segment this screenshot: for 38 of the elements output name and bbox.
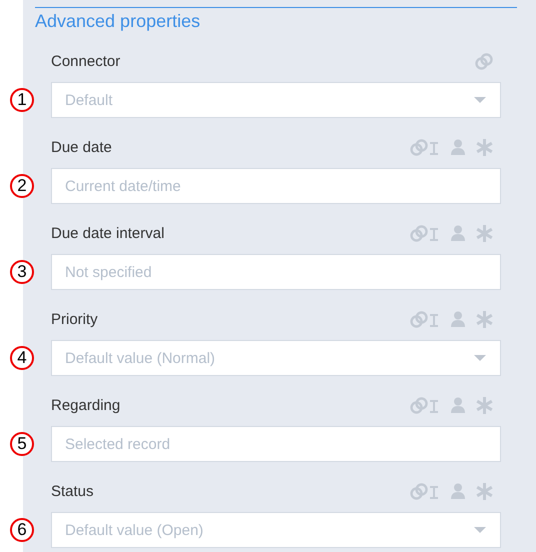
link-cursor-icon[interactable]: [410, 396, 440, 414]
number-badge: 4: [10, 346, 34, 370]
field-label: Status: [51, 482, 94, 500]
number-badge: 3: [10, 260, 34, 284]
link-cursor-icon[interactable]: [410, 482, 440, 500]
number-badge: 6: [10, 518, 34, 542]
input-field[interactable]: Not specified: [51, 254, 501, 290]
asterisk-icon[interactable]: [476, 224, 493, 242]
field-label: Connector: [51, 52, 120, 70]
dropdown-field[interactable]: Default: [51, 82, 501, 118]
dropdown-field[interactable]: Default value (Open): [51, 512, 501, 548]
link-cursor-icon[interactable]: [410, 310, 440, 328]
number-badge: 5: [10, 432, 34, 456]
asterisk-icon[interactable]: [476, 138, 493, 156]
number-badge: 2: [10, 174, 34, 198]
caret-icon[interactable]: [474, 355, 486, 361]
field-label: Priority: [51, 310, 98, 328]
link-icon[interactable]: [475, 52, 493, 70]
input-field[interactable]: Current date/time: [51, 168, 501, 204]
asterisk-icon[interactable]: [476, 482, 493, 500]
person-icon[interactable]: [450, 225, 466, 241]
field-label: Regarding: [51, 396, 120, 414]
number-badge: 1: [10, 88, 34, 112]
person-icon[interactable]: [450, 311, 466, 327]
link-cursor-icon[interactable]: [410, 224, 440, 242]
asterisk-icon[interactable]: [476, 310, 493, 328]
person-icon[interactable]: [450, 483, 466, 499]
caret-icon[interactable]: [474, 97, 486, 103]
input-field[interactable]: Selected record: [51, 426, 501, 462]
person-icon[interactable]: [450, 397, 466, 413]
asterisk-icon[interactable]: [476, 396, 493, 414]
person-icon[interactable]: [450, 139, 466, 155]
link-cursor-icon[interactable]: [410, 138, 440, 156]
section-title: Advanced properties: [35, 10, 202, 33]
field-label: Due date interval: [51, 224, 164, 242]
field-label: Due date: [51, 138, 112, 156]
caret-icon[interactable]: [474, 527, 486, 533]
dropdown-field[interactable]: Default value (Normal): [51, 340, 501, 376]
